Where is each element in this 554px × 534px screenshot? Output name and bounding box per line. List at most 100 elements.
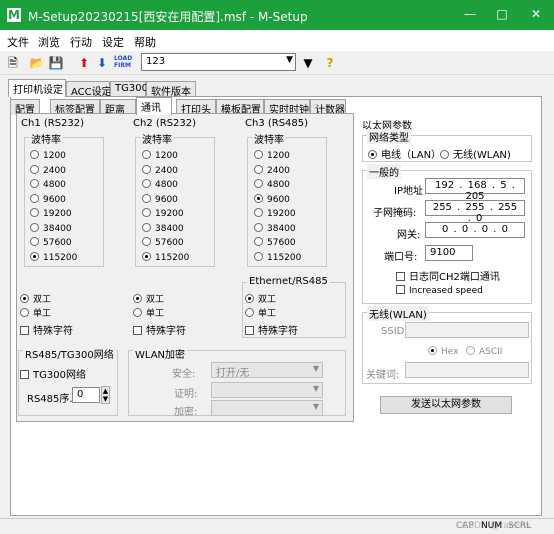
net-type-label: 网络类型	[367, 129, 411, 144]
ch1-baud-57600[interactable]: 57600	[30, 237, 72, 248]
ch2-baud-38400[interactable]: 38400	[142, 222, 184, 234]
filter-icon[interactable]: ▼	[300, 55, 316, 71]
wlan-cert-select[interactable]: ▼	[211, 382, 323, 398]
ch1-baud-115200[interactable]: 115200	[30, 251, 78, 263]
wireless-ascii[interactable]: ASCII	[466, 346, 502, 357]
upload-icon[interactable]: ⬆	[76, 55, 92, 71]
printer-combo[interactable]: 123 ▼	[141, 53, 296, 71]
ch2-baud-9600[interactable]: 9600	[142, 193, 178, 205]
spinner-icon[interactable]: ▲ ▼	[101, 386, 110, 404]
ch2-baud-4800[interactable]: 4800	[142, 179, 178, 190]
ch2-full-duplex[interactable]: 双工	[133, 292, 164, 305]
ch1-half-duplex[interactable]: 单工	[20, 306, 51, 319]
ch3-baud-2400[interactable]: 2400	[254, 164, 290, 176]
ch1-baud-label: 115200	[43, 252, 78, 263]
general-label: 一般的	[367, 164, 401, 179]
tab-tg300[interactable]: TG300	[110, 81, 148, 97]
radio-icon	[245, 294, 254, 303]
eth485-special-char[interactable]: 特殊字符	[245, 322, 298, 337]
wlan-security-select[interactable]: 打开/无 ▼	[211, 362, 323, 379]
wlan-enc-select[interactable]: ▼	[211, 400, 323, 416]
log-ch2-label: 日志同CH2端口通讯	[409, 272, 500, 283]
ch3-baud-19200[interactable]: 19200	[254, 208, 296, 219]
load-firmware-icon[interactable]: LOAD FIRM	[114, 55, 132, 71]
tab-acc-settings[interactable]: ACC设定	[66, 81, 112, 98]
ch2-baud-2400[interactable]: 2400	[142, 164, 178, 176]
ch1-baud-1200[interactable]: 1200	[30, 150, 66, 161]
ch1-baud-38400[interactable]: 38400	[30, 222, 72, 234]
ch3-baud-1200[interactable]: 1200	[254, 150, 290, 161]
ch1-full-duplex[interactable]: 双工	[20, 292, 51, 305]
ch3-baud-9600[interactable]: 9600	[254, 193, 290, 205]
ch1-baud-label: 9600	[43, 194, 66, 205]
ch2-baud-115200[interactable]: 115200	[142, 251, 189, 263]
maximize-icon[interactable]: □	[494, 6, 510, 22]
rs485-seq-input[interactable]: 0	[72, 387, 100, 403]
ssid-input[interactable]	[405, 322, 529, 338]
ch3-baud-115200[interactable]: 115200	[254, 251, 302, 263]
app-logo-icon: M	[7, 8, 21, 22]
key-label: 关键词:	[366, 370, 400, 381]
menu-browse[interactable]: 浏览	[38, 34, 60, 50]
wlan-security-label: 安全:	[172, 369, 196, 380]
net-type-wireless[interactable]: 无线(WLAN)	[440, 146, 511, 161]
key-input[interactable]	[405, 362, 529, 378]
tab-software-version[interactable]: 软件版本	[146, 81, 196, 98]
ch3-baud-4800[interactable]: 4800	[254, 179, 290, 190]
wireless-hex[interactable]: Hex	[428, 346, 458, 357]
ch1-baud-19200[interactable]: 19200	[30, 208, 72, 219]
radio-icon	[30, 251, 39, 261]
help-icon[interactable]: ?	[322, 55, 338, 71]
ch1-baud-label: 57600	[43, 238, 72, 248]
increased-speed-check[interactable]: Increased speed	[396, 285, 483, 296]
tab-communication[interactable]: 通讯	[136, 97, 172, 115]
ch2-baud-1200[interactable]: 1200	[142, 150, 178, 161]
menu-settings[interactable]: 设定	[102, 34, 124, 50]
ip-label: IP地址	[394, 186, 423, 197]
wireless-ascii-label: ASCII	[479, 347, 503, 357]
radio-icon	[142, 208, 151, 217]
ch1-baud-2400[interactable]: 2400	[30, 164, 66, 176]
eth485-half-duplex[interactable]: 单工	[245, 306, 276, 319]
port-input[interactable]: 9100	[425, 245, 473, 261]
radio-icon	[30, 193, 39, 203]
ch3-baud-label: 2400	[267, 165, 290, 176]
radio-icon	[30, 164, 39, 174]
menu-help[interactable]: 帮助	[134, 34, 156, 50]
minimize-icon[interactable]: —	[462, 6, 478, 22]
rs485-tg300-group: RS485/TG300网络	[18, 346, 118, 416]
ch3-baud-57600[interactable]: 57600	[254, 237, 296, 248]
send-ethernet-params-button[interactable]: 发送以太网参数	[380, 396, 512, 414]
ch1-special-char[interactable]: 特殊字符	[20, 322, 73, 337]
ch2-half-duplex[interactable]: 单工	[133, 306, 164, 319]
mask-input[interactable]: 255 . 255 . 255 . 0	[425, 200, 525, 224]
ch2-special-char[interactable]: 特殊字符	[133, 322, 186, 337]
ch1-baud-9600[interactable]: 9600	[30, 193, 66, 205]
new-icon[interactable]: 🗎	[5, 55, 21, 71]
checkbox-icon	[20, 370, 29, 379]
eth485-full-duplex[interactable]: 双工	[245, 292, 276, 305]
ch1-baud-label: 4800	[43, 180, 66, 190]
ch3-baud-38400[interactable]: 38400	[254, 222, 296, 234]
radio-icon	[142, 150, 151, 159]
tg300-network-check[interactable]: TG300网络	[20, 366, 86, 381]
status-scrl: SCRL	[508, 521, 532, 531]
open-icon[interactable]: 📂	[29, 55, 45, 71]
tab-printer-settings[interactable]: 打印机设定	[8, 79, 66, 97]
menu-action[interactable]: 行动	[70, 34, 92, 50]
download-icon[interactable]: ⬇	[94, 55, 110, 71]
ch2-baud-57600[interactable]: 57600	[142, 237, 184, 248]
log-ch2-check[interactable]: 日志同CH2端口通讯	[396, 268, 500, 283]
menu-file[interactable]: 文件	[7, 34, 29, 50]
save-icon[interactable]: 💾	[48, 55, 64, 71]
ch1-baud-4800[interactable]: 4800	[30, 179, 66, 190]
ch3-baud-label: 38400	[267, 223, 296, 234]
radio-icon	[254, 251, 263, 261]
net-type-wired[interactable]: 电线（LAN）	[368, 146, 441, 161]
ch3-baud-label: 115200	[267, 252, 302, 263]
gateway-input[interactable]: 0 . 0 . 0 . 0	[425, 222, 525, 238]
ip-input[interactable]: 192 . 168 . 5 . 205	[425, 178, 525, 202]
printer-combo-value: 123	[146, 56, 166, 67]
ch2-baud-19200[interactable]: 19200	[142, 208, 184, 219]
close-icon[interactable]: ✕	[528, 6, 544, 22]
